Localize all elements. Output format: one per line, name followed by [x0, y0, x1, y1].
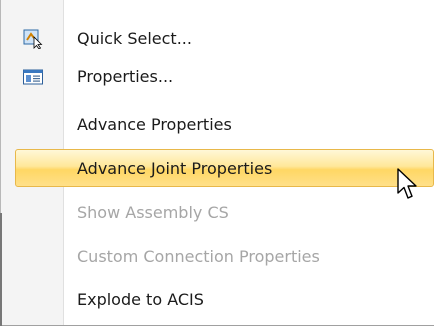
menu-item-properties[interactable]: Properties... — [1, 58, 435, 96]
menu-item-quick-select[interactable]: Quick Select... — [1, 20, 435, 58]
menu-item-show-assembly-cs: Show Assembly CS — [1, 194, 435, 232]
menu-item-label: Advance Joint Properties — [77, 159, 273, 178]
properties-icon — [23, 69, 43, 85]
menu-item-advance-joint-properties[interactable]: Advance Joint Properties — [15, 149, 434, 187]
menu-item-explode-to-acis[interactable]: Explode to ACIS — [1, 281, 435, 319]
quick-select-icon — [23, 29, 43, 49]
mouse-pointer-icon — [397, 168, 417, 199]
context-menu: Quick Select... Properties... Advance Pr… — [0, 0, 434, 326]
menu-item-custom-connection-properties: Custom Connection Properties — [1, 238, 435, 276]
menu-item-label: Show Assembly CS — [77, 203, 229, 222]
menu-item-label: Custom Connection Properties — [77, 247, 320, 266]
menu-item-label: Explode to ACIS — [77, 290, 204, 309]
menu-item-label: Quick Select... — [77, 29, 192, 48]
window-edge-divider — [0, 213, 2, 326]
menu-item-label: Advance Properties — [77, 115, 232, 134]
menu-item-label: Properties... — [77, 67, 174, 86]
menu-item-advance-properties[interactable]: Advance Properties — [1, 106, 435, 144]
